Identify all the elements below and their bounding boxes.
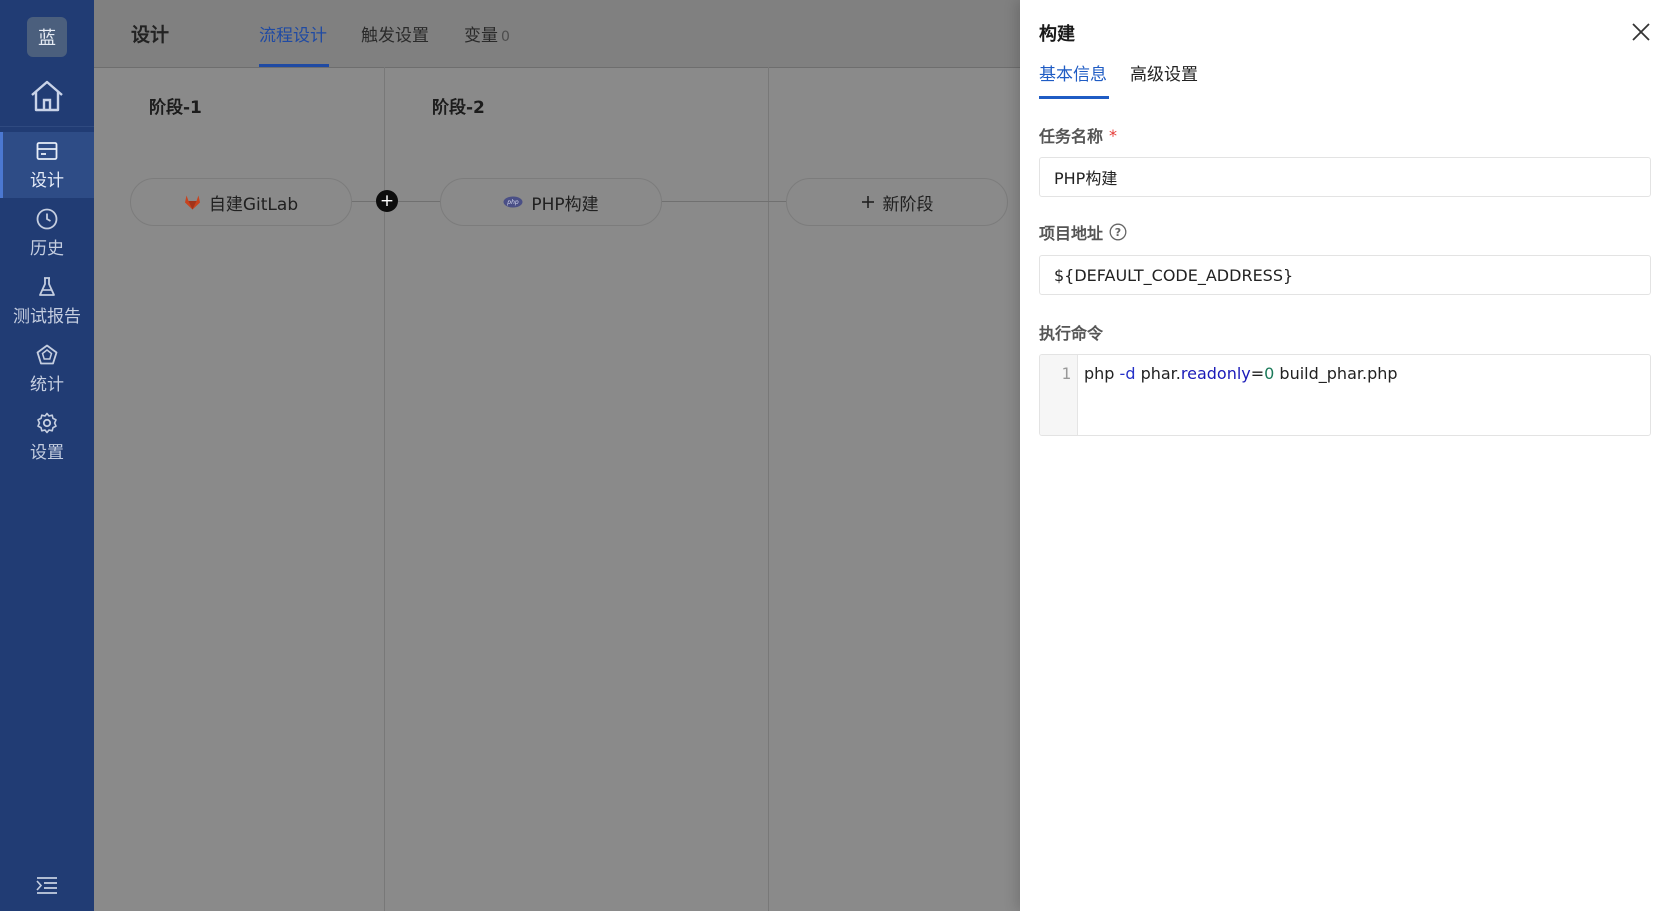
clock-icon <box>36 208 58 230</box>
new-stage-button[interactable]: 新阶段 <box>786 178 1008 226</box>
pentagon-chart-icon <box>36 344 58 365</box>
task-name-label: 任务名称 * <box>1039 123 1117 147</box>
project-address-input[interactable]: ${DEFAULT_CODE_ADDRESS} <box>1039 255 1651 295</box>
sidebar-item-label: 设计 <box>30 171 64 191</box>
tab-trigger-settings[interactable]: 触发设置 <box>361 21 429 46</box>
tab-variables[interactable]: 变量 0 <box>464 21 510 46</box>
sidebar-item-label: 统计 <box>30 375 64 395</box>
connector-line <box>662 201 786 202</box>
task-gitlab[interactable]: 自建GitLab <box>130 178 352 226</box>
task-label: 自建GitLab <box>208 194 299 215</box>
sidebar-item-design[interactable]: 设计 <box>0 132 94 198</box>
code-line[interactable]: php -d phar.readonly=0 build_phar.php <box>1084 364 1398 383</box>
tab-variables-label: 变量 <box>464 26 498 46</box>
sidebar-item-label: 设置 <box>30 443 64 463</box>
collapse-menu-icon[interactable] <box>36 876 58 894</box>
connector-line <box>398 201 440 202</box>
line-number-gutter: 1 <box>1040 355 1078 435</box>
command-editor[interactable]: 1 php -d phar.readonly=0 build_phar.php <box>1039 354 1651 436</box>
app-logo[interactable]: 蓝 <box>27 17 67 57</box>
add-task-button[interactable]: + <box>376 190 398 212</box>
plus-icon <box>861 196 874 208</box>
flask-icon <box>39 277 55 296</box>
code-token: -d <box>1119 364 1136 383</box>
home-icon[interactable] <box>28 78 66 114</box>
sidebar: 蓝 设计 历史 测试报告 统计 设置 <box>0 0 94 911</box>
stage-title: 阶段-2 <box>432 98 485 118</box>
project-address-label-text: 项目地址 <box>1039 224 1104 243</box>
code-token: readonly <box>1180 364 1251 383</box>
required-mark: * <box>1109 125 1118 145</box>
task-name-label-text: 任务名称 <box>1039 127 1104 146</box>
variables-count: 0 <box>501 29 510 45</box>
code-token: 0 <box>1264 364 1275 383</box>
sidebar-item-label: 历史 <box>30 239 64 259</box>
gitlab-icon <box>184 195 200 210</box>
card-icon <box>36 142 58 160</box>
active-tab-indicator <box>1039 96 1109 99</box>
top-bar: 设计 流程设计 触发设置 变量 0 <box>94 0 1020 68</box>
sidebar-item-test-report[interactable]: 测试报告 <box>0 268 94 334</box>
task-label: PHP构建 <box>531 194 599 215</box>
code-token: phar. <box>1135 364 1181 383</box>
code-token: build_phar.php <box>1274 364 1398 383</box>
svg-text:?: ? <box>1115 226 1121 239</box>
sidebar-item-statistics[interactable]: 统计 <box>0 336 94 402</box>
sidebar-item-settings[interactable]: 设置 <box>0 404 94 470</box>
page-title: 设计 <box>131 24 170 46</box>
tab-flow-design[interactable]: 流程设计 <box>259 21 327 46</box>
help-icon[interactable]: ? <box>1109 223 1127 241</box>
code-token: = <box>1250 364 1265 383</box>
new-stage-label: 新阶段 <box>882 194 934 215</box>
svg-text:php: php <box>507 199 520 206</box>
pipeline-editor: 设计 流程设计 触发设置 变量 0 阶段-1 阶段-2 自建GitLab + ph… <box>94 0 1020 911</box>
task-name-input[interactable]: PHP构建 <box>1039 157 1651 197</box>
tab-advanced-settings[interactable]: 高级设置 <box>1130 60 1198 85</box>
sidebar-item-history[interactable]: 历史 <box>0 200 94 266</box>
line-number: 1 <box>1061 364 1071 383</box>
sidebar-divider <box>0 126 94 127</box>
close-icon[interactable] <box>1631 22 1651 42</box>
gear-icon <box>37 412 57 434</box>
command-label: 执行命令 <box>1039 324 1104 343</box>
php-icon: php <box>503 196 523 208</box>
drawer-title: 构建 <box>1039 24 1075 45</box>
task-php-build[interactable]: php PHP构建 <box>440 178 662 226</box>
connector-line <box>352 201 376 202</box>
stage-title: 阶段-1 <box>149 98 202 118</box>
task-config-drawer: 构建 基本信息 高级设置 任务名称 * PHP构建 项目地址 ? ${DEFAUL… <box>1020 0 1669 911</box>
code-token: php <box>1084 364 1120 383</box>
project-address-label: 项目地址 ? <box>1039 220 1127 244</box>
sidebar-item-label: 测试报告 <box>13 307 81 327</box>
tab-basic-info[interactable]: 基本信息 <box>1039 60 1107 85</box>
